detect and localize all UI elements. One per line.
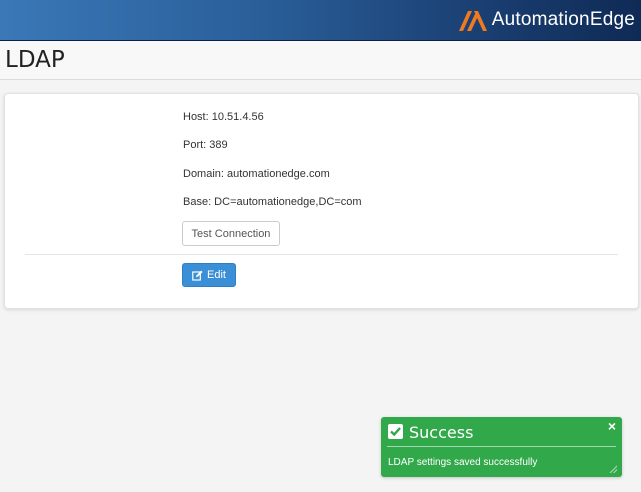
brand-name: AutomationEdge — [491, 9, 635, 30]
ldap-domain: Domain: automationedge.com — [183, 168, 330, 180]
toast-divider — [387, 446, 616, 447]
edit-button-label: Edit — [207, 269, 226, 281]
toast-message: LDAP settings saved successfully — [388, 457, 538, 468]
edit-button[interactable]: Edit — [182, 263, 236, 287]
page-header: LDAP — [0, 41, 641, 80]
ldap-base: Base: DC=automationedge,DC=com — [183, 196, 362, 208]
check-square-icon — [388, 424, 403, 439]
toast-title: Success — [409, 423, 474, 442]
test-connection-button[interactable]: Test Connection — [182, 221, 280, 246]
card-divider — [25, 254, 618, 255]
page-title: LDAP — [5, 47, 65, 73]
top-navbar: AutomationEdge — [0, 0, 641, 41]
ldap-port: Port: 389 — [183, 139, 228, 151]
ldap-settings-card: Host: 10.51.4.56 Port: 389 Domain: autom… — [4, 93, 639, 309]
resize-grip-icon[interactable] — [609, 465, 617, 473]
edit-icon — [192, 270, 203, 281]
brand-logo[interactable]: AutomationEdge — [458, 7, 635, 33]
ldap-host: Host: 10.51.4.56 — [183, 111, 264, 123]
success-toast: Success × LDAP settings saved successful… — [381, 417, 622, 477]
ae-chevron-logo-icon — [458, 11, 487, 31]
close-icon[interactable]: × — [608, 419, 616, 433]
